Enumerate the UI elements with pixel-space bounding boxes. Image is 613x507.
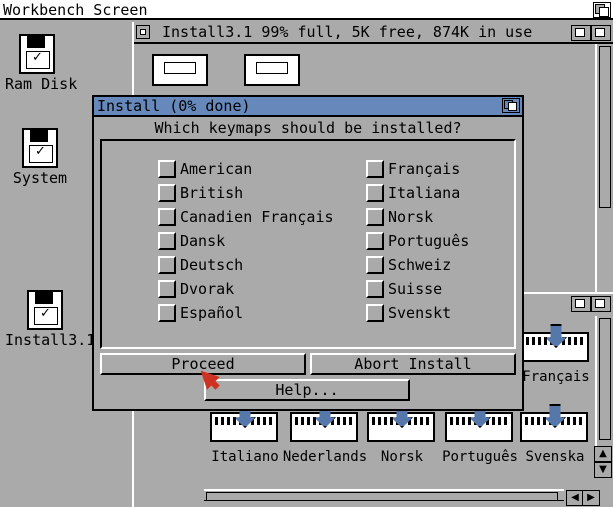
drawer-title: Install3.1 99% full, 5K free, 874K in us… <box>162 23 533 41</box>
keymap-icon-label: Nederlands <box>282 449 368 465</box>
keymap-icon-italiano[interactable]: Italiano <box>208 404 282 465</box>
desktop-icon-install[interactable]: Install3.1 <box>5 290 96 349</box>
keymap-drawer-horizontal-scrollbar[interactable] <box>204 489 564 501</box>
checkbox[interactable] <box>158 232 176 250</box>
checkbox[interactable] <box>366 232 384 250</box>
screen-depth-gadget[interactable] <box>593 2 611 18</box>
option-francais[interactable]: Français <box>366 158 460 180</box>
keymap-icon-nederlands[interactable]: Nederlands <box>282 404 368 465</box>
option-dansk[interactable]: Dansk <box>158 230 225 252</box>
desktop-icon-label: Install3.1 <box>5 331 96 349</box>
checkbox[interactable] <box>366 256 384 274</box>
drawer-vertical-scrollbar[interactable] <box>595 44 613 314</box>
keymap-icon-label: Italiano <box>211 449 279 465</box>
option-deutsch[interactable]: Deutsch <box>158 254 243 276</box>
desktop-icon-label: System <box>12 169 68 187</box>
keyboard-icon <box>521 324 591 366</box>
zoom-gadget[interactable] <box>571 25 591 41</box>
option-espanol[interactable]: Español <box>158 302 243 324</box>
close-gadget[interactable] <box>136 25 150 39</box>
screen-title: Workbench Screen <box>3 1 148 19</box>
option-italiana[interactable]: Italiana <box>366 182 460 204</box>
disk-icon <box>22 128 58 168</box>
desktop-icon-ram-disk[interactable]: Ram Disk <box>5 34 78 93</box>
checkbox[interactable] <box>158 208 176 226</box>
keymap-icon-label: Português <box>442 449 518 465</box>
depth-gadget[interactable] <box>591 296 611 312</box>
checkbox[interactable] <box>158 304 176 322</box>
keymap-options-panel: American British Canadien Français Dansk… <box>100 139 516 349</box>
option-svenskt[interactable]: Svenskt <box>366 302 451 324</box>
hdtoolbox-program-icon[interactable] <box>244 54 300 86</box>
checkbox[interactable] <box>366 280 384 298</box>
option-american[interactable]: American <box>158 158 252 180</box>
keymap-icon-norsk[interactable]: Norsk <box>366 404 438 465</box>
keymap-icon-francais[interactable]: Français <box>520 324 592 385</box>
disk-icon <box>19 34 55 74</box>
checkbox[interactable] <box>158 280 176 298</box>
install-question: Which keymaps should be installed? <box>154 119 462 137</box>
option-suisse[interactable]: Suisse <box>366 278 442 300</box>
keymap-drawer-vertical-scrollbar[interactable] <box>595 316 613 456</box>
keymap-icon-label: Norsk <box>380 449 424 465</box>
option-british[interactable]: British <box>158 182 243 204</box>
install-dialog-title-bar[interactable]: Install (0% done) <box>94 97 522 117</box>
scroll-right-arrow-icon[interactable]: ▶ <box>582 490 600 506</box>
desktop-icon-label: Ram Disk <box>5 75 78 93</box>
checkbox[interactable] <box>158 184 176 202</box>
keyboard-icon <box>520 404 590 446</box>
scroll-down-arrow-icon[interactable]: ▼ <box>594 462 612 478</box>
checkbox[interactable] <box>366 208 384 226</box>
option-portugues[interactable]: Português <box>366 230 469 252</box>
disk-icon <box>27 290 63 330</box>
keymap-icon-portugues[interactable]: Português <box>440 404 520 465</box>
abort-install-button[interactable]: Abort Install <box>310 353 516 375</box>
keymap-icon-svenska[interactable]: Svenska <box>518 404 592 465</box>
keymap-icon-label: Svenska <box>525 449 585 465</box>
option-canadien-francais[interactable]: Canadien Français <box>158 206 334 228</box>
help-button[interactable]: Help... <box>204 379 410 401</box>
drawer-title-bar[interactable]: Install3.1 99% full, 5K free, 874K in us… <box>134 22 613 44</box>
checkbox[interactable] <box>158 256 176 274</box>
screen-title-bar: Workbench Screen <box>0 0 613 20</box>
checkbox[interactable] <box>158 160 176 178</box>
desktop-icon-system[interactable]: System <box>10 128 70 186</box>
install-program-icon[interactable] <box>152 54 208 86</box>
install-dialog-title: Install (0% done) <box>97 97 251 115</box>
zoom-gadget[interactable] <box>571 296 591 312</box>
checkbox[interactable] <box>366 304 384 322</box>
keymap-icon-label: Français <box>522 369 590 385</box>
depth-gadget[interactable] <box>591 25 611 41</box>
checkbox[interactable] <box>366 184 384 202</box>
install-dialog: Install (0% done) Which keymaps should b… <box>92 95 524 411</box>
checkbox[interactable] <box>366 160 384 178</box>
option-schweiz[interactable]: Schweiz <box>366 254 451 276</box>
option-dvorak[interactable]: Dvorak <box>158 278 234 300</box>
option-norsk[interactable]: Norsk <box>366 206 433 228</box>
scroll-up-arrow-icon[interactable]: ▲ <box>594 446 612 462</box>
depth-gadget[interactable] <box>502 98 520 113</box>
